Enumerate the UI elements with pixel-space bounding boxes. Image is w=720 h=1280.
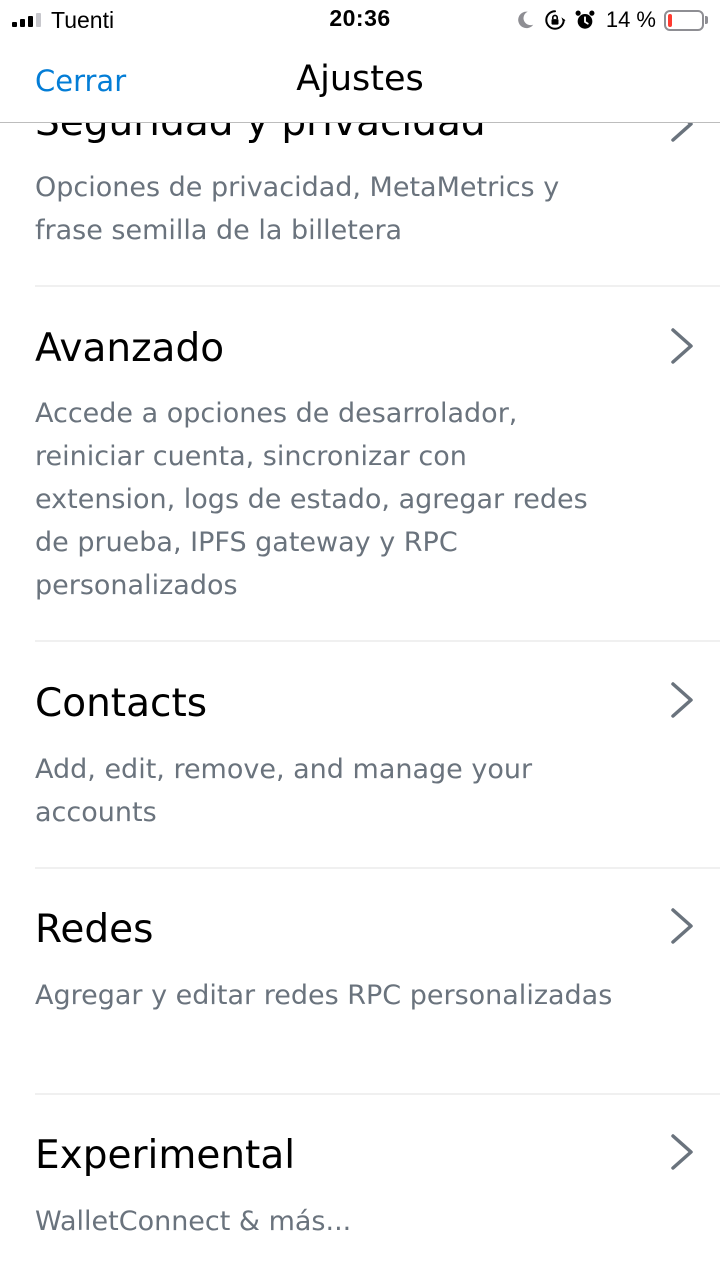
chevron-right-icon: [671, 682, 693, 718]
moon-icon: [518, 11, 534, 29]
alarm-icon: [575, 10, 595, 29]
battery-percent: 14 %: [605, 7, 656, 32]
setting-title: Experimental: [35, 1133, 296, 1178]
setting-description: Accede a opciones de desarrolador, reini…: [35, 398, 588, 601]
setting-title: Avanzado: [35, 326, 225, 371]
setting-title: Contacts: [35, 681, 208, 726]
status-bar: Tuenti 20:36 14 %: [0, 0, 720, 40]
rotation-lock-icon: [545, 10, 566, 30]
setting-description: Add, edit, remove, and manage your accou…: [35, 754, 533, 828]
battery-icon: [664, 9, 708, 31]
chevron-right-icon: [671, 1134, 693, 1170]
chevron-right-icon: [671, 328, 693, 364]
page-title: Ajustes: [296, 59, 424, 99]
settings-screen: Seguridad y privacidad Opciones de priva…: [0, 0, 720, 1280]
chevron-right-icon: [671, 908, 693, 944]
setting-item-contacts[interactable]: Contacts Add, edit, remove, and manage y…: [0, 642, 720, 869]
setting-description: Opciones de privacidad, MetaMetrics y fr…: [35, 172, 560, 246]
divider: [35, 285, 720, 287]
setting-item-advanced[interactable]: Avanzado Accede a opciones de desarrolad…: [0, 288, 720, 642]
nav-header: Cerrar Ajustes: [0, 40, 720, 123]
setting-item-networks[interactable]: Redes Agregar y editar redes RPC persona…: [0, 868, 720, 1095]
setting-description: Agregar y editar redes RPC personalizada…: [35, 980, 613, 1011]
setting-description: WalletConnect & más...: [35, 1206, 352, 1237]
setting-item-experimental[interactable]: Experimental WalletConnect & más...: [0, 1094, 720, 1280]
battery-fill: [668, 13, 673, 27]
setting-title: Redes: [35, 907, 154, 952]
